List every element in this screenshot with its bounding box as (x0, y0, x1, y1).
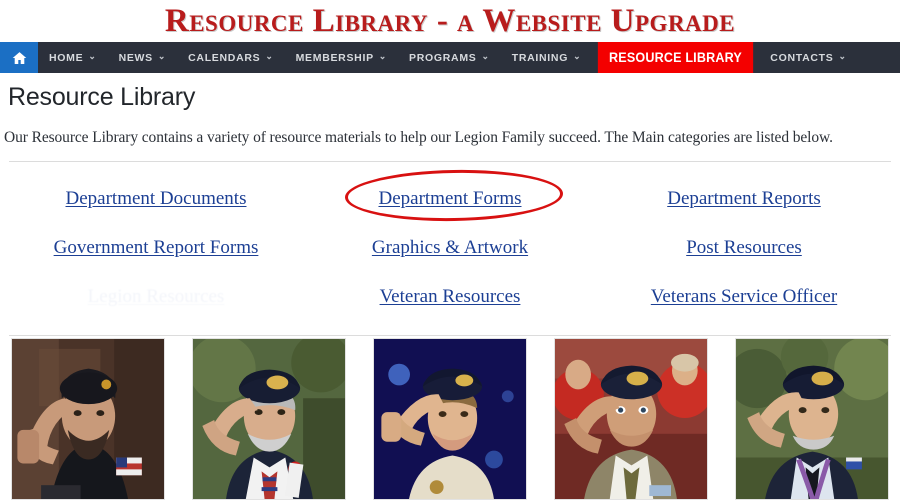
link-cell: Veteran Resources (303, 286, 597, 308)
nav-item-list: HOME ⌄ NEWS ⌄ CALENDARS ⌄ MEMBERSHIP ⌄ P… (38, 42, 858, 73)
link-department-documents[interactable]: Department Documents (66, 188, 247, 210)
nav-item-label: RESOURCE LIBRARY (609, 50, 743, 65)
link-post-resources[interactable]: Post Resources (686, 237, 802, 259)
nav-item-news[interactable]: NEWS ⌄ (108, 42, 178, 73)
photo-saluting-veteran-3 (373, 338, 527, 500)
divider-top (9, 161, 891, 162)
link-veteran-resources[interactable]: Veteran Resources (380, 286, 521, 308)
intro-paragraph: Our Resource Library contains a variety … (4, 129, 833, 146)
nav-item-label: CONTACTS (770, 51, 834, 64)
nav-item-calendars[interactable]: CALENDARS ⌄ (177, 42, 284, 73)
link-cell: Department Reports (597, 188, 891, 210)
home-button[interactable] (0, 42, 38, 73)
nav-item-label: TRAINING (511, 51, 569, 64)
link-cell: Department Forms (303, 188, 597, 210)
category-link-grid: Department Documents Department Forms De… (0, 168, 900, 321)
banner: Resource Library - a Website Upgrade (0, 0, 900, 42)
link-row: Department Documents Department Forms De… (9, 174, 891, 223)
link-cell: Government Report Forms (9, 237, 303, 259)
chevron-down-icon: ⌄ (481, 51, 490, 61)
chevron-down-icon: ⌄ (88, 51, 97, 61)
nav-item-programs[interactable]: PROGRAMS ⌄ (398, 42, 501, 73)
photo-saluting-veteran-1 (11, 338, 165, 500)
banner-title: Resource Library - a Website Upgrade (164, 2, 736, 39)
page-title: Resource Library (8, 83, 196, 111)
link-graphics-artwork[interactable]: Graphics & Artwork (372, 237, 528, 259)
photo-saluting-veteran-2 (192, 338, 346, 500)
home-icon (11, 50, 28, 66)
nav-item-label: PROGRAMS (409, 51, 477, 64)
link-department-forms[interactable]: Department Forms (378, 188, 521, 210)
page-content: Resource Library Our Resource Library co… (0, 73, 900, 336)
link-row: Government Report Forms Graphics & Artwo… (9, 223, 891, 272)
nav-item-training[interactable]: TRAINING ⌄ (501, 42, 593, 73)
chevron-down-icon: ⌄ (573, 51, 582, 61)
link-government-report-forms[interactable]: Government Report Forms (54, 237, 259, 259)
photo-saluting-veteran-5 (735, 338, 889, 500)
link-row: Legion Resources Veteran Resources Veter… (9, 272, 891, 321)
page-root: Resource Library - a Website Upgrade HOM… (0, 0, 900, 500)
chevron-down-icon: ⌄ (838, 51, 847, 61)
chevron-down-icon: ⌄ (157, 51, 167, 61)
nav-item-home[interactable]: HOME ⌄ (38, 42, 108, 73)
nav-item-label: HOME (49, 51, 84, 64)
chevron-down-icon: ⌄ (265, 51, 274, 61)
nav-item-label: NEWS (118, 51, 153, 64)
link-cell: Graphics & Artwork (303, 237, 597, 259)
nav-item-label: MEMBERSHIP (295, 51, 374, 64)
link-veterans-service-officer[interactable]: Veterans Service Officer (651, 286, 837, 308)
link-cell: Veterans Service Officer (597, 286, 891, 308)
nav-item-resource-library[interactable]: RESOURCE LIBRARY (598, 42, 754, 73)
nav-item-label: CALENDARS (188, 51, 261, 64)
link-faded-removed: Legion Resources (87, 285, 225, 307)
link-department-reports[interactable]: Department Reports (667, 188, 821, 210)
nav-item-membership[interactable]: MEMBERSHIP ⌄ (285, 42, 398, 73)
divider-bottom (9, 335, 891, 336)
link-cell: Department Documents (9, 188, 303, 210)
chevron-down-icon: ⌄ (378, 51, 388, 61)
link-cell: Legion Resources (9, 286, 303, 308)
main-navigation: HOME ⌄ NEWS ⌄ CALENDARS ⌄ MEMBERSHIP ⌄ P… (0, 42, 900, 73)
photo-saluting-veteran-4 (554, 338, 708, 500)
link-cell: Post Resources (597, 237, 891, 259)
nav-item-contacts[interactable]: CONTACTS ⌄ (759, 42, 857, 73)
photo-strip (11, 338, 889, 500)
